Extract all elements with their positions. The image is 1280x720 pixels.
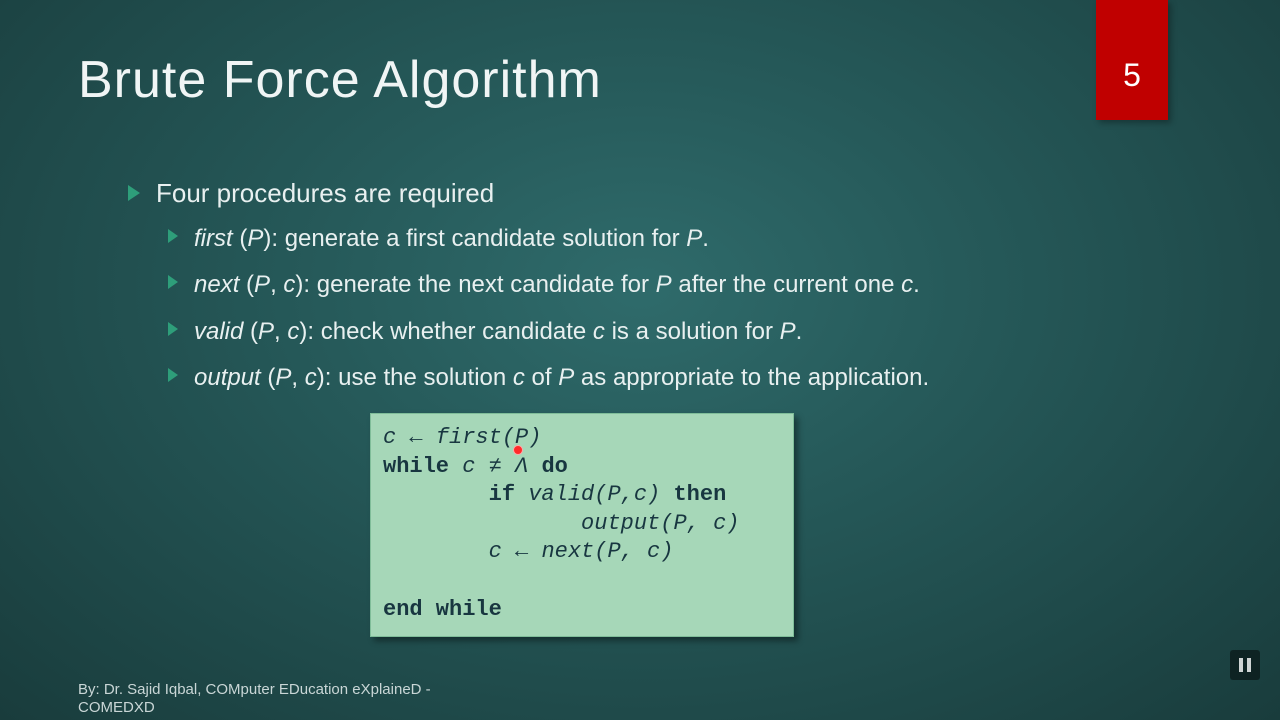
code-l5-var: c ←: [489, 539, 542, 564]
bullet-lead-text: Four procedures are required: [156, 178, 494, 209]
footer-line2: COMEDXD: [78, 699, 431, 718]
proc-args: (P): [233, 225, 272, 252]
code-l3-sp: [515, 482, 528, 507]
code-l4-arg: (P, c): [660, 511, 739, 536]
bullet-text: output (P, c): use the solution c of P a…: [194, 362, 929, 394]
pause-bar: [1247, 658, 1251, 672]
proc-tail-plain: is a solution for: [605, 318, 780, 345]
triangle-bullet-icon: [168, 275, 178, 289]
bullet-proc-next: next (P, c): generate the next candidate…: [168, 269, 1200, 301]
code-l3-pad: [383, 482, 489, 507]
proc-args: (P, c): [243, 318, 307, 345]
code-l2-kw2: do: [541, 454, 567, 479]
pause-bar: [1239, 658, 1243, 672]
proc-tail2-italic: P: [780, 318, 796, 345]
bullet-proc-first: first (P): generate a first candidate so…: [168, 223, 1200, 255]
code-l1-fn: first: [436, 425, 502, 450]
proc-tail2-italic: P: [558, 364, 574, 391]
code-l4-pad: [383, 511, 581, 536]
proc-tail-plain: .: [702, 225, 709, 252]
proc-args: (P, c): [261, 364, 325, 391]
bullet-text: first (P): generate a first candidate so…: [194, 223, 709, 255]
code-l4-fn: output: [581, 511, 660, 536]
proc-tail-plain: after the current one: [672, 271, 901, 298]
pause-icon[interactable]: [1230, 650, 1260, 680]
code-l1-var: c ←: [383, 425, 436, 450]
proc-tail2-plain: as appropriate to the application.: [574, 364, 929, 391]
code-l3-kw: if: [489, 482, 515, 507]
triangle-bullet-icon: [168, 368, 178, 382]
proc-tail-plain: of: [525, 364, 558, 391]
code-l3-sp2: [660, 482, 673, 507]
slide-number-ribbon: 5: [1096, 0, 1168, 120]
slide-number: 5: [1123, 57, 1141, 94]
proc-desc: : generate the next candidate for: [303, 271, 655, 298]
code-l5-pad: [383, 539, 489, 564]
triangle-bullet-icon: [128, 185, 140, 201]
proc-tail-italic: P: [686, 225, 702, 252]
code-l3-fn: valid: [528, 482, 594, 507]
footer-attribution: By: Dr. Sajid Iqbal, COMputer EDucation …: [78, 681, 431, 719]
bullet-proc-output: output (P, c): use the solution c of P a…: [168, 362, 1200, 394]
triangle-bullet-icon: [168, 229, 178, 243]
proc-tail-italic: P: [656, 271, 672, 298]
proc-desc: : check whether candidate: [307, 318, 593, 345]
pseudocode-box: c ← first(P) while c ≠ Λ do if valid(P,c…: [370, 413, 794, 637]
slide-title: Brute Force Algorithm: [78, 50, 602, 110]
proc-tail2-italic: c: [901, 271, 913, 298]
slide: 5 Brute Force Algorithm Four procedures …: [0, 0, 1280, 720]
code-l3-kw2: then: [673, 482, 726, 507]
proc-name: output: [194, 364, 261, 391]
proc-name: next: [194, 271, 239, 298]
bullet-lead: Four procedures are required: [128, 178, 1200, 209]
proc-tail-italic: c: [593, 318, 605, 345]
code-l6-kw: end while: [383, 597, 502, 622]
code-l2-kw1: while: [383, 454, 449, 479]
proc-desc: : use the solution: [325, 364, 513, 391]
bullet-text: next (P, c): generate the next candidate…: [194, 269, 920, 301]
proc-tail2-plain: .: [796, 318, 803, 345]
proc-tail-italic: c: [513, 364, 525, 391]
slide-content: Four procedures are required first (P): …: [128, 178, 1200, 409]
bullet-proc-valid: valid (P, c): check whether candidate c …: [168, 316, 1200, 348]
proc-name: first: [194, 225, 233, 252]
proc-name: valid: [194, 318, 243, 345]
proc-tail2-plain: .: [913, 271, 920, 298]
laser-pointer-icon: [513, 445, 523, 455]
code-l5-arg: (P, c): [594, 539, 673, 564]
footer-line1: By: Dr. Sajid Iqbal, COMputer EDucation …: [78, 681, 431, 700]
bullet-text: valid (P, c): check whether candidate c …: [194, 316, 802, 348]
proc-desc: : generate a first candidate solution fo…: [271, 225, 686, 252]
triangle-bullet-icon: [168, 322, 178, 336]
code-l2-mid: c ≠ Λ: [449, 454, 541, 479]
code-l3-arg: (P,c): [594, 482, 660, 507]
code-l5-fn: next: [541, 539, 594, 564]
proc-args: (P, c): [239, 271, 303, 298]
